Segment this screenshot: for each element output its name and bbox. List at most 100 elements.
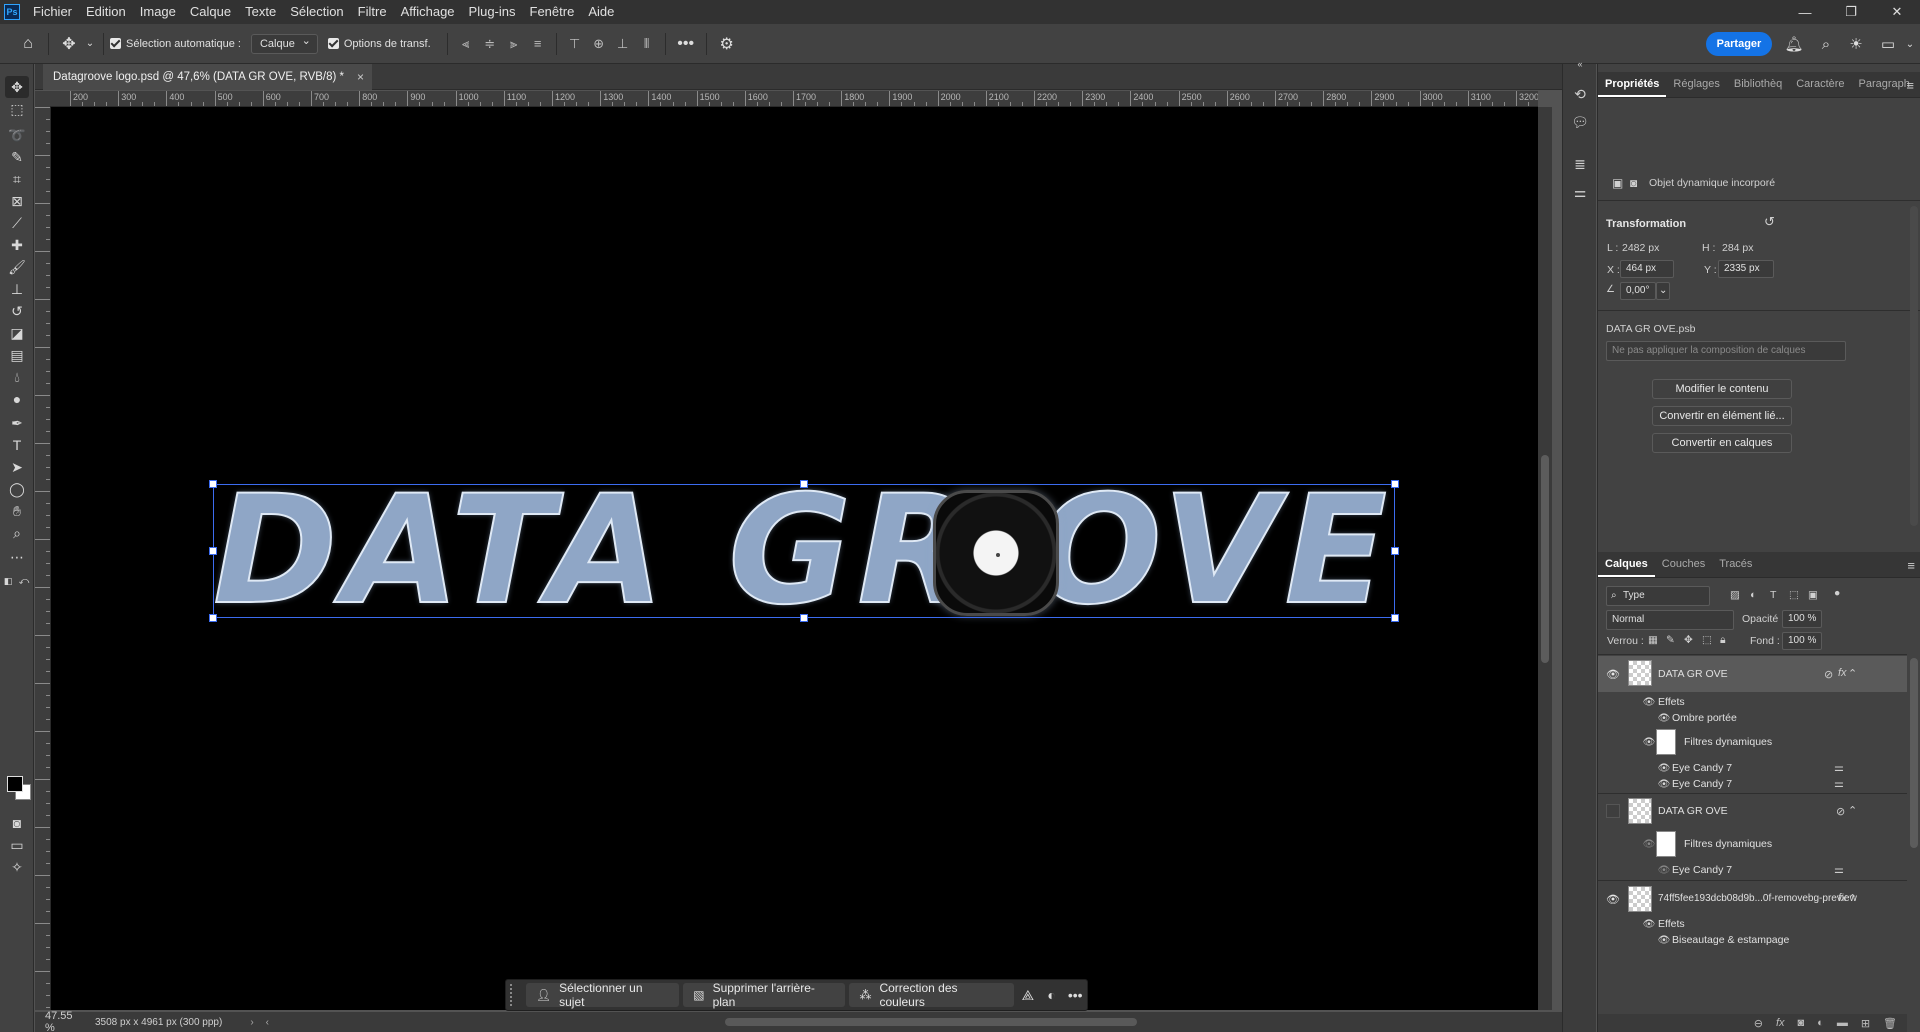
x-position-field[interactable]: 464 px: [1620, 260, 1674, 278]
maximize-button[interactable]: ❐: [1828, 0, 1874, 24]
menu-aide[interactable]: Aide: [581, 0, 621, 24]
zoom-level[interactable]: 47.55 %: [35, 1010, 85, 1032]
panel-menu-icon[interactable]: ≡: [1907, 558, 1915, 573]
distribute-icon[interactable]: ≡: [526, 32, 550, 56]
swap-colors-icon[interactable]: ⤺: [18, 570, 30, 592]
layer-effects-row[interactable]: 👁︎ Effets: [1598, 916, 1907, 932]
menu-fenetre[interactable]: Fenêtre: [523, 0, 582, 24]
history-brush-tool-icon[interactable]: ↺: [5, 300, 29, 322]
auto-select-target-select[interactable]: Calque: [250, 32, 318, 54]
transform-handle-bottom[interactable]: [800, 614, 808, 622]
adjustment-layer-icon[interactable]: ◐: [1817, 1017, 1824, 1029]
layers-scrollbar[interactable]: [1910, 658, 1918, 848]
transform-icon[interactable]: ⟁: [1016, 983, 1040, 1007]
foreground-color-swatch[interactable]: [7, 776, 23, 792]
lock-position-icon[interactable]: ✥: [1684, 634, 1693, 646]
scroll-left-icon[interactable]: ‹: [266, 1017, 269, 1028]
menu-calque[interactable]: Calque: [183, 0, 238, 24]
collapse-icon[interactable]: «: [1568, 52, 1592, 76]
type-tool-icon[interactable]: T: [5, 434, 29, 456]
new-layer-icon[interactable]: ⊞: [1861, 1017, 1870, 1030]
search-icon[interactable]: ⌕: [1814, 32, 1838, 56]
align-right-icon[interactable]: ⫸: [502, 32, 526, 56]
close-icon[interactable]: ×: [357, 64, 364, 90]
menu-filtre[interactable]: Filtre: [351, 0, 394, 24]
smart-filter-row[interactable]: 👁︎ Eye Candy 7 ⚌: [1598, 760, 1907, 776]
angle-dropdown[interactable]: ⌄: [1656, 282, 1670, 300]
fx-icon[interactable]: fx: [1838, 892, 1847, 904]
scrollbar-thumb[interactable]: [1541, 455, 1549, 663]
menu-texte[interactable]: Texte: [238, 0, 283, 24]
filter-mask-thumbnail[interactable]: [1656, 729, 1676, 755]
smart-filters-row[interactable]: 👁︎ Filtres dynamiques: [1598, 830, 1907, 858]
transform-bounding-box[interactable]: [209, 480, 1399, 622]
chevron-right-icon[interactable]: ›: [250, 1017, 253, 1028]
link-icon[interactable]: ⊘: [1836, 805, 1845, 818]
healing-brush-tool-icon[interactable]: ✚: [5, 234, 29, 256]
discover-lightbulb-icon[interactable]: ☀: [1844, 32, 1868, 56]
align-left-icon[interactable]: ⫷: [454, 32, 478, 56]
lock-pixels-icon[interactable]: ✎: [1666, 634, 1675, 646]
workspace-icon[interactable]: ▭: [1876, 32, 1900, 56]
chevron-up-icon[interactable]: ⌃: [1848, 804, 1857, 817]
document-tab[interactable]: Datagroove logo.psd @ 47,6% (DATA GR OVE…: [43, 64, 372, 90]
filter-options-icon[interactable]: ⚌: [1834, 863, 1844, 876]
adjustments-icon[interactable]: ⚌: [1568, 180, 1592, 204]
layer-filter-select[interactable]: ⌕ Type: [1606, 586, 1710, 606]
eye-icon[interactable]: 👁︎: [1643, 696, 1656, 708]
ellipse-tool-icon[interactable]: ◯: [5, 478, 29, 500]
screen-mode-icon[interactable]: ▭: [5, 834, 29, 856]
eye-icon[interactable]: 👁︎: [1643, 918, 1656, 930]
eye-icon[interactable]: 👁︎: [1606, 892, 1620, 906]
filter-options-icon[interactable]: ⚌: [1834, 777, 1844, 790]
tab-channels[interactable]: Couches: [1655, 558, 1712, 577]
align-middle-v-icon[interactable]: ⊕: [587, 32, 611, 56]
eye-icon[interactable]: 👁︎: [1658, 864, 1671, 876]
more-options-button[interactable]: •••: [1063, 983, 1087, 1007]
bell-icon[interactable]: 🔔︎: [1782, 32, 1806, 56]
chevron-down-icon[interactable]: ⌄: [83, 30, 97, 58]
lock-all-icon[interactable]: 🔒︎: [1720, 634, 1726, 647]
eye-icon[interactable]: 👁︎: [1658, 778, 1671, 790]
select-subject-button[interactable]: 👤︎ Sélectionner un sujet: [525, 981, 680, 1009]
effect-row[interactable]: 👁︎ Ombre portée: [1598, 710, 1907, 726]
menu-fichier[interactable]: Fichier: [26, 0, 79, 24]
drag-handle[interactable]: [510, 984, 520, 1006]
minimize-button[interactable]: —: [1782, 0, 1828, 24]
filter-pixel-icon[interactable]: ▨: [1730, 589, 1740, 601]
lock-transparency-icon[interactable]: ▦: [1648, 634, 1658, 646]
smart-filter-row[interactable]: 👁︎ Eye Candy 7 ⚌: [1598, 776, 1907, 792]
eraser-tool-icon[interactable]: ◪: [5, 322, 29, 344]
transform-handle-top-right[interactable]: [1391, 480, 1399, 488]
link-layers-icon[interactable]: ⊖: [1754, 1017, 1763, 1030]
hidden-eye-checkbox[interactable]: [1606, 804, 1620, 818]
comments-icon[interactable]: 💬︎: [1568, 110, 1592, 134]
filter-options-icon[interactable]: ⚌: [1834, 761, 1844, 774]
eye-icon[interactable]: 👁︎: [1658, 762, 1671, 774]
convert-to-linked-button[interactable]: Convertir en élément lié...: [1652, 406, 1792, 426]
crop-tool-icon[interactable]: ⌗: [5, 168, 29, 190]
default-colors-icon[interactable]: ◧: [2, 570, 14, 592]
transform-handle-top-left[interactable]: [209, 480, 217, 488]
opacity-field[interactable]: 100 %: [1782, 610, 1822, 628]
lasso-tool-icon[interactable]: ➰: [5, 124, 29, 146]
chevron-up-icon[interactable]: ⌃: [1848, 892, 1857, 905]
filter-type-icon[interactable]: T: [1770, 589, 1776, 601]
layer-row[interactable]: DATA GR OVE ⊘ ⌃: [1598, 794, 1907, 828]
eye-icon[interactable]: 👁︎: [1658, 712, 1671, 724]
history-icon[interactable]: ⟲: [1568, 82, 1592, 106]
fx-icon[interactable]: fx: [1776, 1017, 1785, 1029]
distribute-vertical-icon[interactable]: ⦀: [635, 32, 659, 56]
menu-selection[interactable]: Sélection: [283, 0, 350, 24]
zoom-tool-icon[interactable]: ⌕: [5, 522, 29, 544]
vertical-scrollbar[interactable]: [1538, 107, 1552, 1010]
color-correction-button[interactable]: ⁂ Correction des couleurs: [849, 981, 1015, 1009]
link-icon[interactable]: ⊘: [1824, 668, 1833, 681]
move-tool-icon[interactable]: ✥: [5, 76, 29, 98]
align-center-h-icon[interactable]: ≑: [478, 32, 502, 56]
frame-tool-icon[interactable]: ⊠: [5, 190, 29, 212]
auto-select-checkbox[interactable]: [110, 38, 121, 49]
transform-handle-right[interactable]: [1391, 547, 1399, 555]
marquee-tool-icon[interactable]: ⬚: [5, 98, 29, 120]
quick-selection-tool-icon[interactable]: ✎: [5, 146, 29, 168]
